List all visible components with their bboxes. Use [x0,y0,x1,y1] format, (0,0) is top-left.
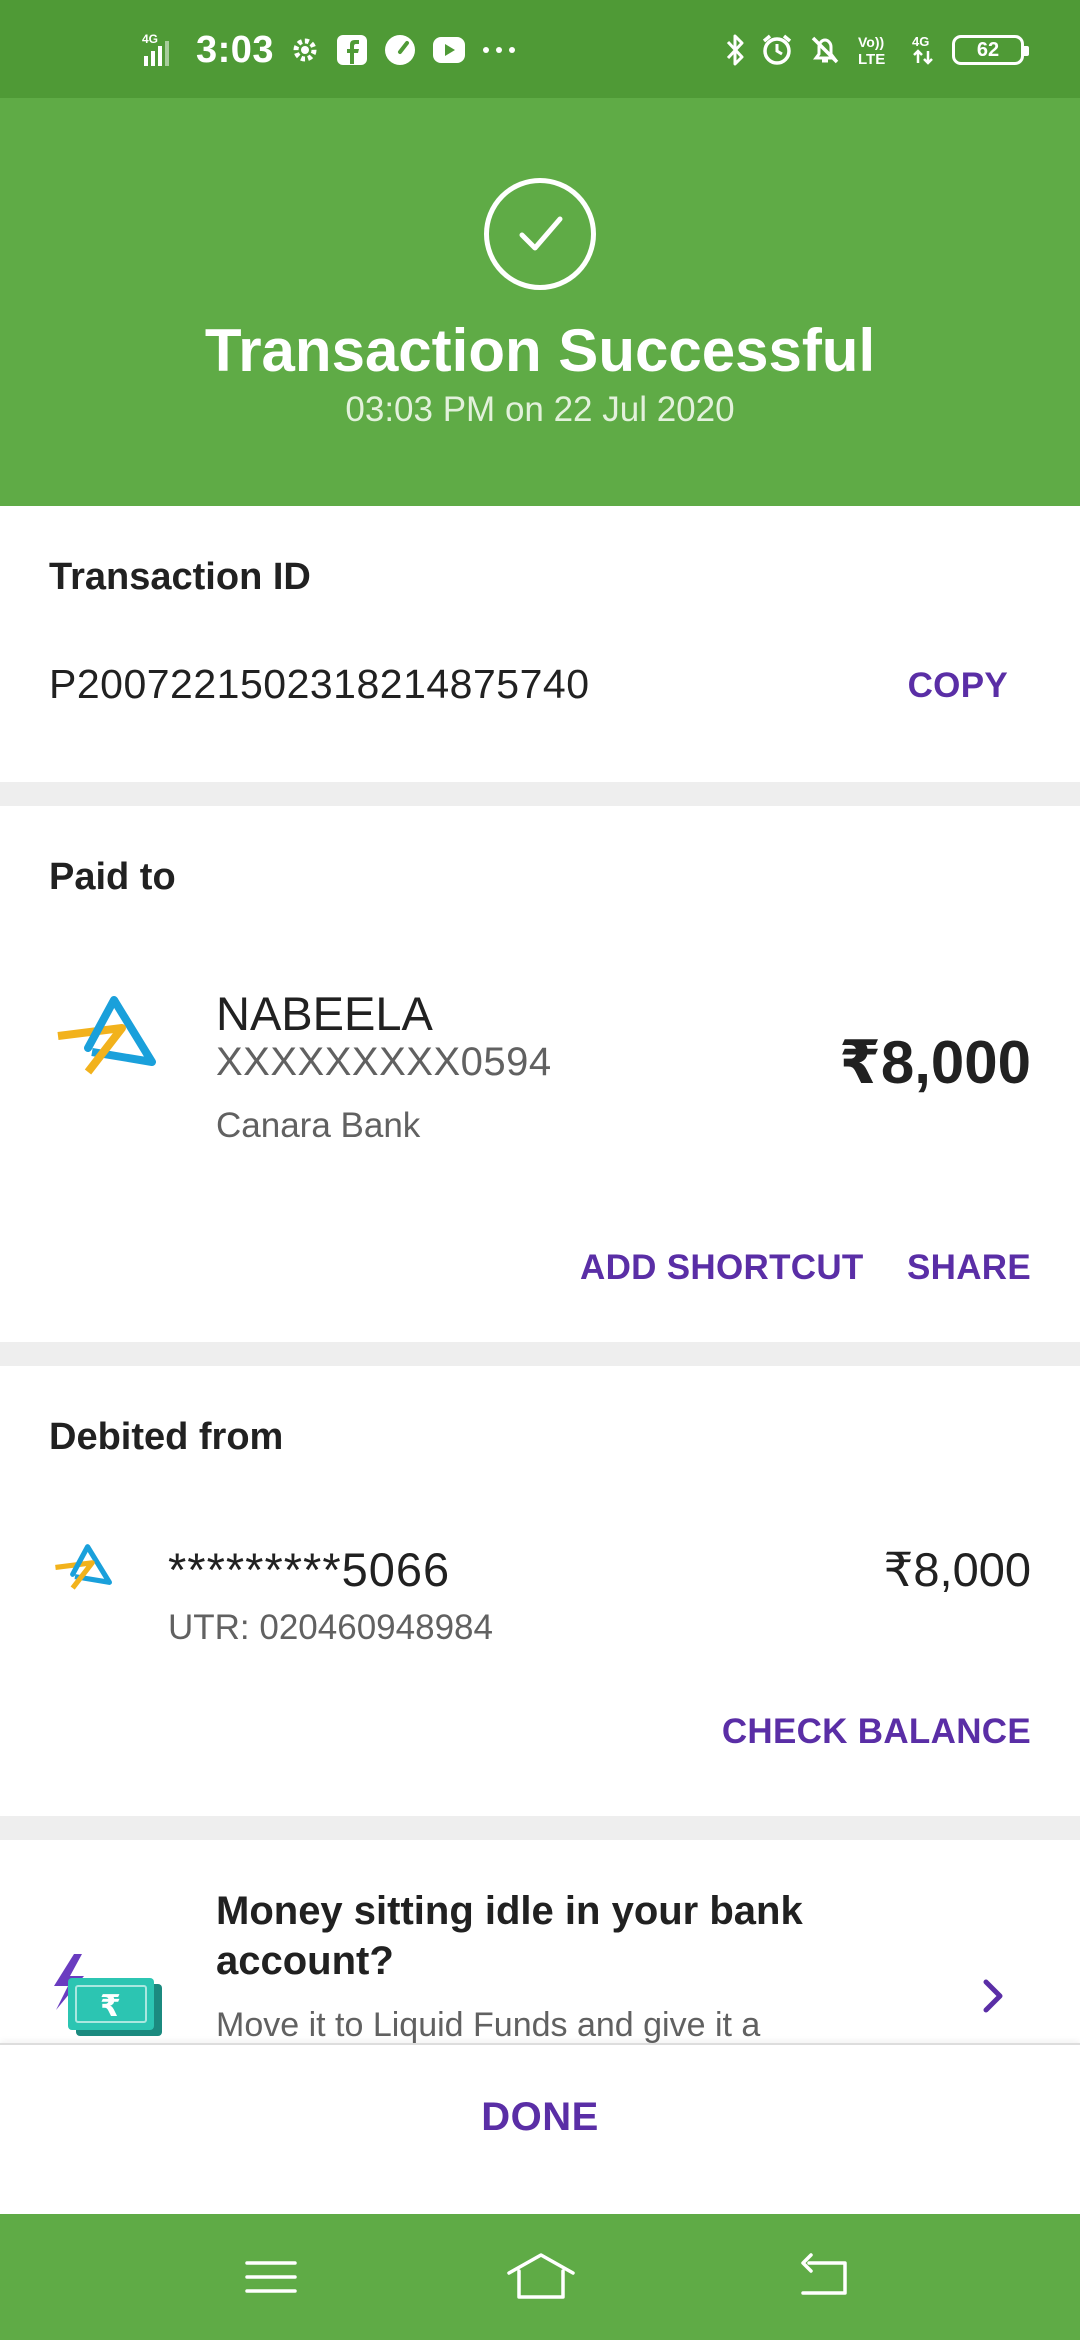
section-divider [0,782,1080,806]
silent-bell-icon [808,33,842,67]
paid-to-label: Paid to [49,856,176,898]
status-time: 3:03 [196,28,275,71]
youtube-icon [432,35,466,65]
check-balance-button[interactable]: CHECK BALANCE [722,1712,1031,1752]
transaction-timestamp: 03:03 PM on 22 Jul 2020 [345,390,735,429]
home-icon[interactable] [505,2247,577,2307]
speedometer-icon [384,34,416,66]
promo-title: Money sitting idle in your bank account? [216,1889,803,1983]
section-divider [0,1816,1080,1840]
status-bar: 4G 3:03 Vo)) LTE 4G 62 [0,0,1080,98]
transaction-id-section: Transaction ID P2007221502318214875740 C… [0,506,1080,782]
facebook-icon [336,34,368,66]
mobile-data-label: 4G [912,34,929,49]
svg-text:₹: ₹ [100,1989,121,2024]
share-button[interactable]: SHARE [907,1248,1031,1288]
volte-icon: Vo)) LTE [856,33,896,67]
svg-text:Vo)): Vo)) [858,34,884,50]
bluetooth-icon [724,33,746,67]
rupee-cash-icon: ₹ [48,1950,164,2040]
transaction-id-value: P2007221502318214875740 [49,661,590,707]
menu-icon[interactable] [241,2247,301,2307]
settings-icon [290,35,320,65]
payee-name: NABEELA [216,987,433,1040]
signal-icon: 4G [140,32,180,68]
chevron-right-icon[interactable] [980,1976,1008,2016]
system-nav-bar [0,2214,1080,2340]
paid-to-section: Paid to NABEELA XXXXXXXXX0594 Canara Ban… [0,806,1080,1342]
paid-amount: ₹8,000 [839,1029,1031,1096]
mobile-data-icon: 4G [910,33,938,67]
page-title: Transaction Successful [204,317,876,384]
back-icon[interactable] [795,2247,855,2307]
add-shortcut-button[interactable]: ADD SHORTCUT [580,1248,864,1288]
alarm-icon [760,33,794,67]
payee-bank-name: Canara Bank [216,1106,421,1145]
debit-amount: ₹8,000 [883,1543,1031,1596]
done-button[interactable]: DONE [0,2095,1080,2140]
utr-number: UTR: 020460948984 [168,1608,493,1647]
debited-from-label: Debited from [49,1416,284,1458]
bank-logo-icon [52,992,160,1082]
section-divider [0,1342,1080,1366]
success-check-icon [484,178,596,290]
svg-text:LTE: LTE [858,51,885,67]
more-notifications-icon [482,45,516,55]
debited-from-section: Debited from *********5066 UTR: 02046094… [0,1366,1080,1816]
success-header: Transaction Successful 03:03 PM on 22 Ju… [0,98,1080,506]
promo-description: Move it to Liquid Funds and give it a [216,2006,761,2043]
done-bar: DONE [0,2043,1080,2214]
debit-account-number: *********5066 [168,1543,451,1596]
copy-button[interactable]: COPY [908,666,1008,706]
payee-account-number: XXXXXXXXX0594 [216,1040,552,1084]
battery-indicator: 62 [952,35,1029,65]
network-type-label: 4G [142,32,158,46]
bank-logo-icon [52,1542,114,1594]
transaction-id-label: Transaction ID [49,556,311,598]
liquid-funds-promo[interactable]: ₹ Money sitting idle in your bank accoun… [0,1840,1080,2043]
